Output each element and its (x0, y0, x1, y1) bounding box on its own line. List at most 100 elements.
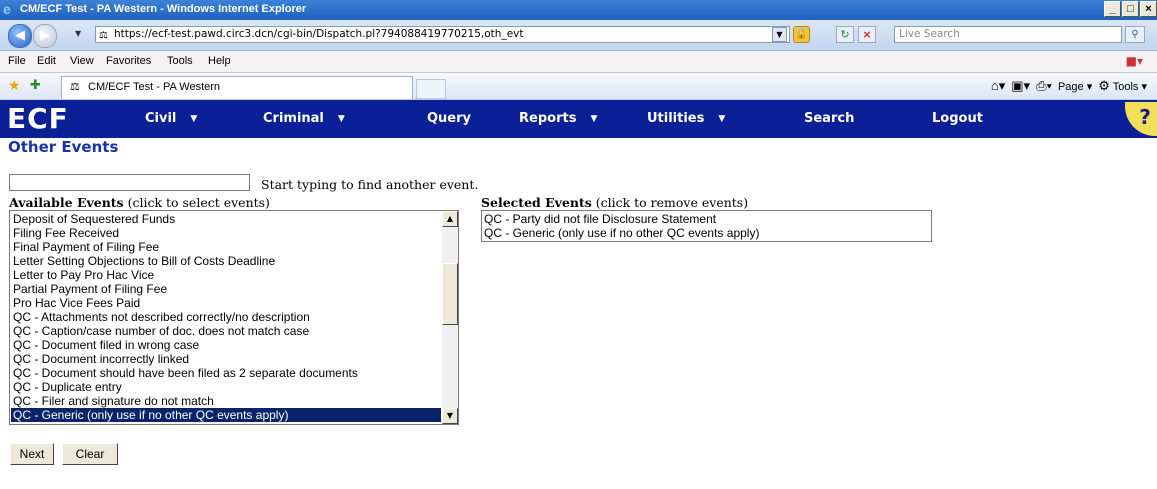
search-input[interactable]: Live Search (894, 26, 1122, 43)
command-bar: ⌂▾ ▣▾ ⎙▾ Page ▾ ⚙ Tools ▾ (991, 78, 1147, 94)
scroll-up-icon[interactable]: ▲ (442, 211, 458, 227)
page-menu-label: Page (1057, 80, 1084, 93)
selected-events-instruction: (click to remove events) (591, 195, 749, 210)
available-events-label: Available Events (click to select events… (9, 195, 270, 210)
selected-events-title: Selected Events (481, 195, 592, 210)
chevron-down-icon: ▼ (190, 114, 198, 124)
window-titlebar: e CM/ECF Test - PA Western - Windows Int… (0, 0, 1157, 20)
available-events-list[interactable]: Deposit of Sequestered Funds Filing Fee R… (9, 210, 459, 425)
nav-reports[interactable]: Reports ▼ (519, 111, 597, 126)
window-controls: _ □ × (1104, 1, 1157, 17)
print-icon[interactable]: ⎙▾ (1036, 78, 1052, 94)
selected-event-item[interactable]: QC - Generic (only use if no other QC ev… (482, 226, 931, 240)
tab-bar: ★ ✚ ⚖ CM/ECF Test - PA Western ⌂▾ ▣▾ ⎙▾ … (0, 73, 1157, 100)
nav-query[interactable]: Query (427, 111, 471, 126)
menu-tools[interactable]: Tools (167, 55, 193, 67)
nav-civil[interactable]: Civil ▼ (145, 111, 197, 126)
tools-menu[interactable]: ⚙ Tools ▾ (1098, 78, 1147, 94)
nav-search[interactable]: Search (804, 111, 854, 126)
ecf-logo-text: ECF (7, 102, 69, 135)
available-events-rows: Deposit of Sequestered Funds Filing Fee R… (11, 212, 441, 422)
address-bar[interactable]: ⚖ https://ecf-test.pawd.circ3.dcn/cgi-bi… (95, 26, 790, 43)
refresh-button[interactable]: ↻ (836, 26, 854, 43)
tools-gear-icon: ⚙ (1098, 78, 1110, 93)
nav-logout-label: Logout (932, 111, 983, 126)
home-icon[interactable]: ⌂▾ (991, 78, 1005, 94)
next-button[interactable]: Next (10, 443, 54, 465)
menu-help[interactable]: Help (208, 55, 231, 67)
tab-label: CM/ECF Test - PA Western (88, 81, 221, 93)
nav-criminal[interactable]: Criminal ▼ (263, 111, 345, 126)
available-event-item[interactable]: QC - Document incorrectly linked (11, 352, 441, 366)
ecf-logo[interactable]: ECF (7, 104, 127, 134)
tools-menu-label: Tools (1112, 81, 1139, 93)
close-button[interactable]: × (1140, 1, 1157, 17)
available-event-item[interactable]: Partial Payment of Filing Fee (11, 282, 441, 296)
available-events-title: Available Events (9, 195, 124, 210)
available-events-instruction: (click to select events) (123, 195, 270, 210)
menu-bar: File Edit View Favorites Tools Help ■▾ (0, 51, 1157, 73)
address-dropdown-icon[interactable]: ▼ (772, 27, 787, 42)
search-icon[interactable]: ⚲ (1125, 26, 1145, 43)
selected-events-label: Selected Events (click to remove events) (481, 195, 748, 210)
available-event-item[interactable]: Letter to Pay Pro Hac Vice (11, 268, 441, 282)
minimize-button[interactable]: _ (1104, 1, 1121, 17)
scroll-down-icon[interactable]: ▼ (442, 408, 458, 424)
chevron-down-icon: ▼ (590, 114, 598, 124)
available-event-item[interactable]: Deposit of Sequestered Funds (11, 212, 441, 226)
event-search-hint: Start typing to find another event. (261, 177, 479, 192)
event-search-input[interactable] (9, 174, 250, 191)
available-event-item[interactable]: Filing Fee Received (11, 226, 441, 240)
stop-button[interactable]: × (858, 26, 876, 43)
site-favicon-icon: ⚖ (99, 30, 108, 41)
available-event-item[interactable]: QC - Caption/case number of doc. does no… (11, 324, 441, 338)
history-dropdown-icon[interactable]: ▼ (75, 29, 81, 38)
selected-event-item[interactable]: QC - Party did not file Disclosure State… (482, 212, 931, 226)
available-event-item[interactable]: QC - Duplicate entry (11, 380, 441, 394)
available-event-item[interactable]: QC - Filer and signature do not match (11, 394, 441, 408)
menu-favorites[interactable]: Favorites (106, 55, 151, 67)
nav-logout[interactable]: Logout (932, 111, 983, 126)
address-url: https://ecf-test.pawd.circ3.dcn/cgi-bin/… (114, 28, 524, 40)
tab-favicon-icon: ⚖ (70, 81, 80, 93)
available-event-item[interactable]: Pro Hac Vice Fees Paid (11, 296, 441, 310)
available-event-item[interactable]: QC - Attachments not described correctly… (11, 310, 441, 324)
available-events-scrollbar[interactable]: ▲ ▼ (442, 211, 458, 424)
available-event-item[interactable]: QC - Generic (only use if no other QC ev… (11, 408, 441, 422)
tab-cmecf[interactable]: ⚖ CM/ECF Test - PA Western (61, 76, 413, 99)
menu-file[interactable]: File (8, 55, 26, 67)
available-event-item[interactable]: QC - Document should have been filed as … (11, 366, 441, 380)
available-event-item[interactable]: QC - Document filed in wrong case (11, 338, 441, 352)
nav-civil-label: Civil (145, 111, 177, 126)
nav-search-label: Search (804, 111, 855, 126)
page-menu[interactable]: Page ▾ (1058, 80, 1092, 93)
selected-events-list[interactable]: QC - Party did not file Disclosure State… (481, 210, 932, 242)
chevron-down-icon: ▼ (718, 114, 726, 124)
maximize-button[interactable]: □ (1122, 1, 1139, 17)
lock-icon[interactable]: 🔒 (793, 26, 810, 43)
nav-reports-label: Reports (519, 111, 577, 126)
menu-view[interactable]: View (70, 55, 94, 67)
available-event-item[interactable]: Letter Setting Objections to Bill of Cos… (11, 254, 441, 268)
page-title: Other Events (8, 138, 119, 156)
nav-query-label: Query (427, 111, 472, 126)
feeds-icon[interactable]: ▣▾ (1011, 78, 1030, 94)
chevron-down-icon: ▼ (337, 114, 345, 124)
window-title: CM/ECF Test - PA Western - Windows Inter… (20, 3, 307, 15)
available-event-item[interactable]: Final Payment of Filing Fee (11, 240, 441, 254)
favorites-star-icon[interactable]: ★ (8, 78, 21, 94)
ecf-navbar: ECF Civil ▼ Criminal ▼ Query Reports ▼ Util… (0, 100, 1157, 138)
address-toolbar: ◀ ▶ ▼ ⚖ https://ecf-test.pawd.circ3.dcn/… (0, 20, 1157, 51)
clear-button[interactable]: Clear (62, 443, 118, 465)
nav-utilities[interactable]: Utilities ▼ (647, 111, 725, 126)
menu-edit[interactable]: Edit (37, 55, 56, 67)
nav-criminal-label: Criminal (263, 111, 324, 126)
forward-button[interactable]: ▶ (33, 24, 57, 48)
add-favorite-icon[interactable]: ✚ (30, 78, 41, 93)
nav-utilities-label: Utilities (647, 111, 705, 126)
back-button[interactable]: ◀ (8, 24, 32, 48)
ie-logo-icon: e (3, 1, 11, 17)
new-tab-button[interactable] (416, 79, 446, 99)
toolbar-addon-icon[interactable]: ■▾ (1126, 54, 1143, 68)
scroll-thumb[interactable] (442, 263, 458, 325)
